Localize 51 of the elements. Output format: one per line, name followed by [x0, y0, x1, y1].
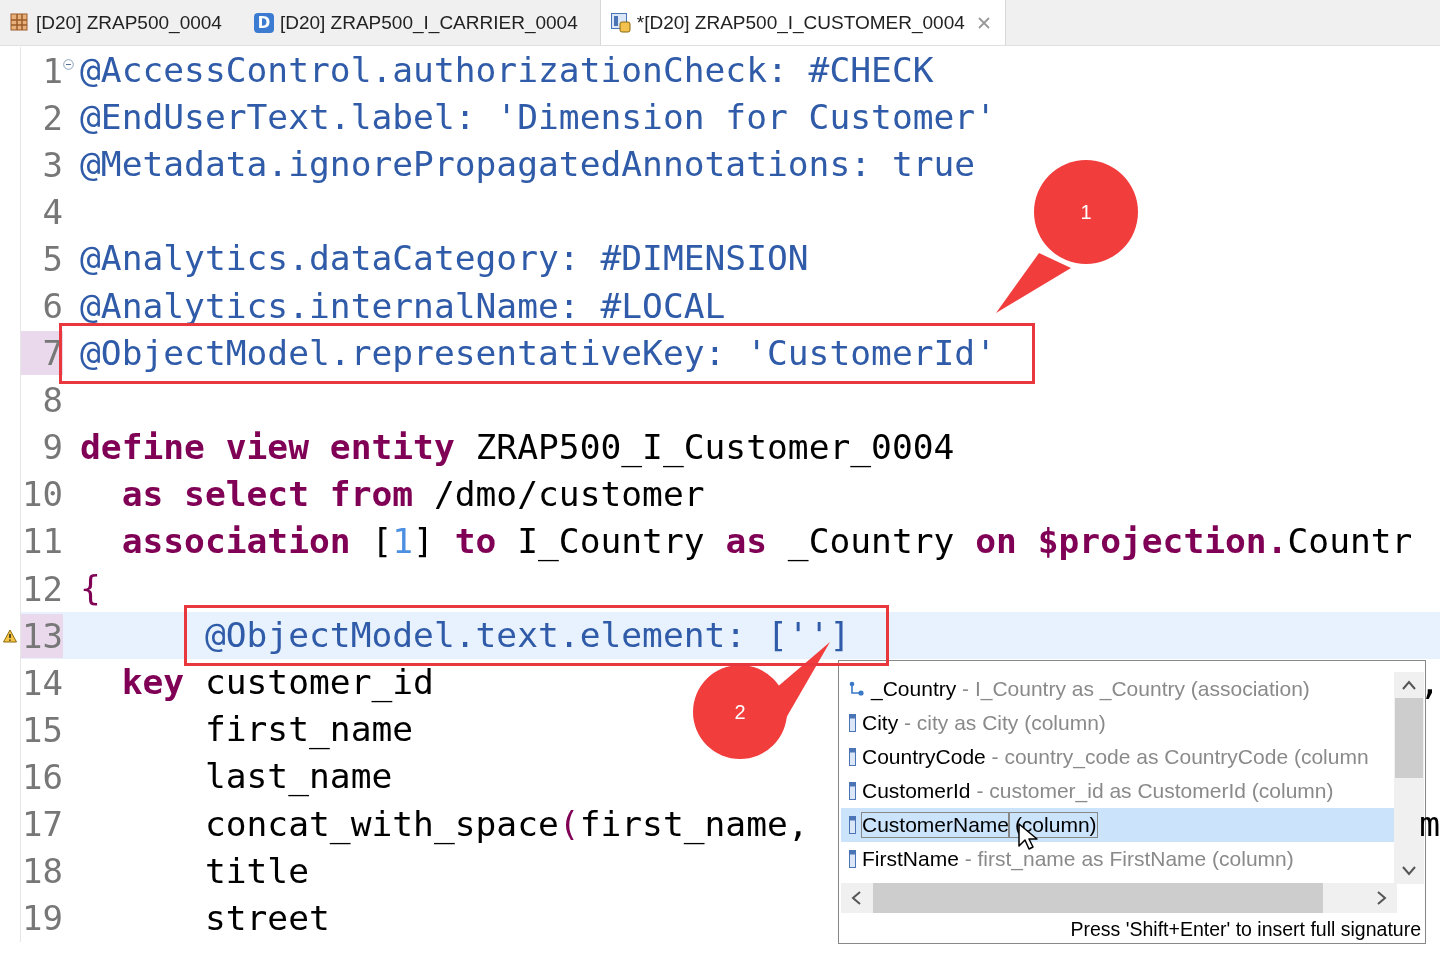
close-icon — [976, 15, 991, 30]
code-line: { — [80, 567, 101, 611]
hint-text: Press 'Shift+Enter' to insert full signature — [1070, 918, 1421, 941]
callout-number: 2 — [733, 700, 747, 725]
scroll-up-icon — [1402, 680, 1416, 690]
column-icon — [849, 782, 856, 800]
association-icon — [849, 681, 865, 697]
column-icon — [849, 850, 856, 868]
collapse-icon[interactable] — [63, 59, 74, 70]
code-line: @ObjectModel.text.element: [''] — [204, 614, 851, 658]
letter-badge: D — [253, 12, 274, 33]
code-line: title — [203, 849, 309, 893]
editor-tab[interactable]: D [D20] ZRAP500_I_CARRIER_0004 — [243, 0, 600, 45]
completion-item[interactable]: _Country - I_Country as _Country (association) — [841, 672, 1397, 706]
scroll-down-icon — [1402, 866, 1416, 876]
view-icon — [610, 12, 631, 33]
code-line: define view entity ZRAP500_I_Customer_0004 — [80, 425, 955, 470]
tab-label: [D20] ZRAP500_I_CARRIER_0004 — [279, 11, 578, 34]
code-line: street — [203, 896, 330, 940]
editor-tab[interactable]: [D20] ZRAP500_0004 — [0, 0, 244, 45]
code-fragment: m — [1419, 802, 1440, 846]
code-line: key customer_id — [120, 661, 434, 705]
code-fragment: , — [1419, 661, 1440, 705]
code-line: @Metadata.ignorePropagatedAnnotations: true — [80, 143, 976, 187]
scroll-right-icon — [1377, 891, 1387, 905]
line-number: 13 — [21, 613, 63, 658]
editor-tab[interactable]: *[D20] ZRAP500_I_CUSTOMER_0004 — [599, 0, 1006, 45]
scroll-left-icon — [851, 891, 861, 905]
code-line: @Analytics.internalName: #LOCAL — [80, 284, 726, 328]
completion-item[interactable]: CustomerId - customer_id as CustomerId (column) — [841, 774, 1397, 808]
column-icon — [849, 714, 856, 732]
completion-item[interactable]: CountryCode - country_code as CountryCode (column — [841, 740, 1397, 774]
completion-item[interactable]: City - city as City (column) — [841, 706, 1397, 740]
tab-label: *[D20] ZRAP500_I_CUSTOMER_0004 — [636, 11, 965, 34]
code-line: association [1] to I_Country as _Country on $projection.Countr — [120, 520, 1413, 564]
column-icon — [849, 748, 856, 766]
tab-label: [D20] ZRAP500_0004 — [36, 11, 222, 34]
code-line: @AccessControl.authorizationCheck: #CHECK — [80, 49, 934, 93]
code-line: @EndUserText.label: 'Dimension for Customer' — [80, 96, 996, 140]
code-line: @ObjectModel.representativeKey: 'CustomerId' — [80, 331, 996, 375]
horizontal-scrollbar[interactable] — [841, 883, 1397, 913]
table-icon — [10, 12, 30, 33]
line-number: 7 — [21, 331, 63, 376]
callout-number: 1 — [1079, 200, 1093, 225]
completion-item[interactable]: FirstName - first_name as FirstName (column) — [841, 842, 1397, 876]
code-line: as select from /dmo/customer — [120, 472, 705, 516]
code-line: last_name — [203, 755, 393, 799]
code-line: first_name — [203, 708, 414, 752]
code-line: @Analytics.dataCategory: #DIMENSION — [80, 237, 809, 281]
column-icon — [849, 816, 856, 834]
code-line: concat_with_space(first_name, — [203, 802, 809, 847]
